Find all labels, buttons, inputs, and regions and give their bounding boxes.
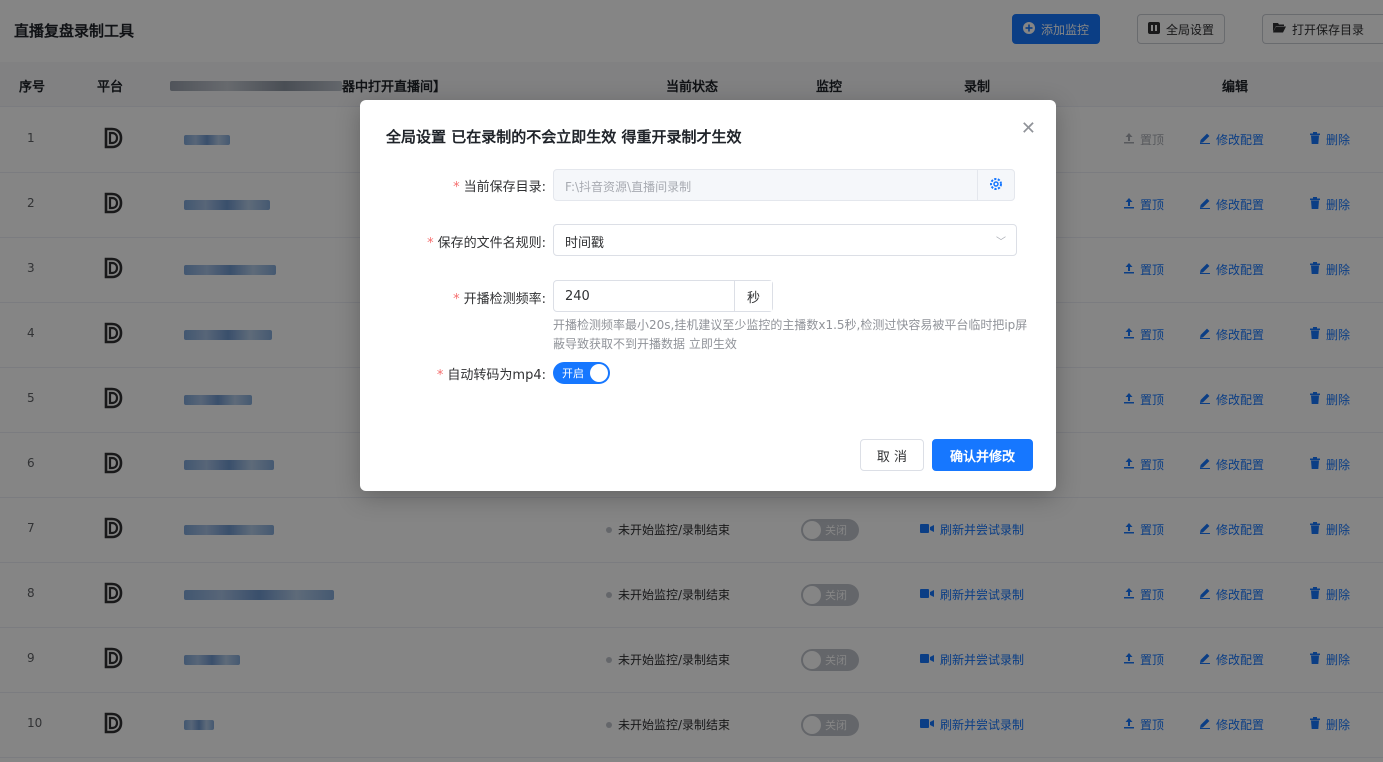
save-dir-input: F:\抖音资源\直播间录制 [553, 169, 1015, 201]
choose-dir-button[interactable] [977, 170, 1014, 200]
save-dir-label: * 当前保存目录: [453, 180, 546, 195]
filename-rule-value: 时间戳 [565, 236, 605, 251]
check-freq-label: * 开播检测频率: [453, 292, 546, 307]
toggle-knob [590, 364, 608, 382]
auto-mp4-state: 开启 [562, 367, 584, 380]
auto-mp4-toggle[interactable]: 开启 [553, 362, 610, 384]
check-freq-unit: 秒 [734, 281, 772, 311]
check-freq-hint: 开播检测频率最小20s,挂机建议至少监控的主播数x1.5秒,检测过快容易被平台临… [553, 318, 1028, 351]
check-freq-value: 240 [565, 289, 590, 304]
required-mark: * [453, 292, 460, 307]
gear-icon [989, 177, 1003, 194]
chevron-down-icon: ﹀ [996, 237, 1006, 248]
filename-rule-select[interactable]: 时间戳 ﹀ [553, 224, 1017, 256]
required-mark: * [453, 180, 460, 195]
dialog-title: 全局设置 已在录制的不会立即生效 得重开录制才生效 [386, 128, 742, 146]
check-freq-input[interactable]: 240 秒 [553, 280, 773, 312]
required-mark: * [427, 236, 434, 251]
cancel-button[interactable]: 取 消 [860, 439, 924, 471]
global-settings-dialog: 全局设置 已在录制的不会立即生效 得重开录制才生效 ✕ * 当前保存目录: F:\… [360, 100, 1056, 491]
filename-rule-label: * 保存的文件名规则: [427, 236, 546, 251]
auto-mp4-label: * 自动转码为mp4: [436, 368, 546, 383]
required-mark: * [436, 368, 444, 383]
confirm-button[interactable]: 确认并修改 [932, 439, 1033, 471]
close-icon[interactable]: ✕ [1021, 118, 1036, 139]
save-dir-value: F:\抖音资源\直播间录制 [565, 180, 692, 194]
